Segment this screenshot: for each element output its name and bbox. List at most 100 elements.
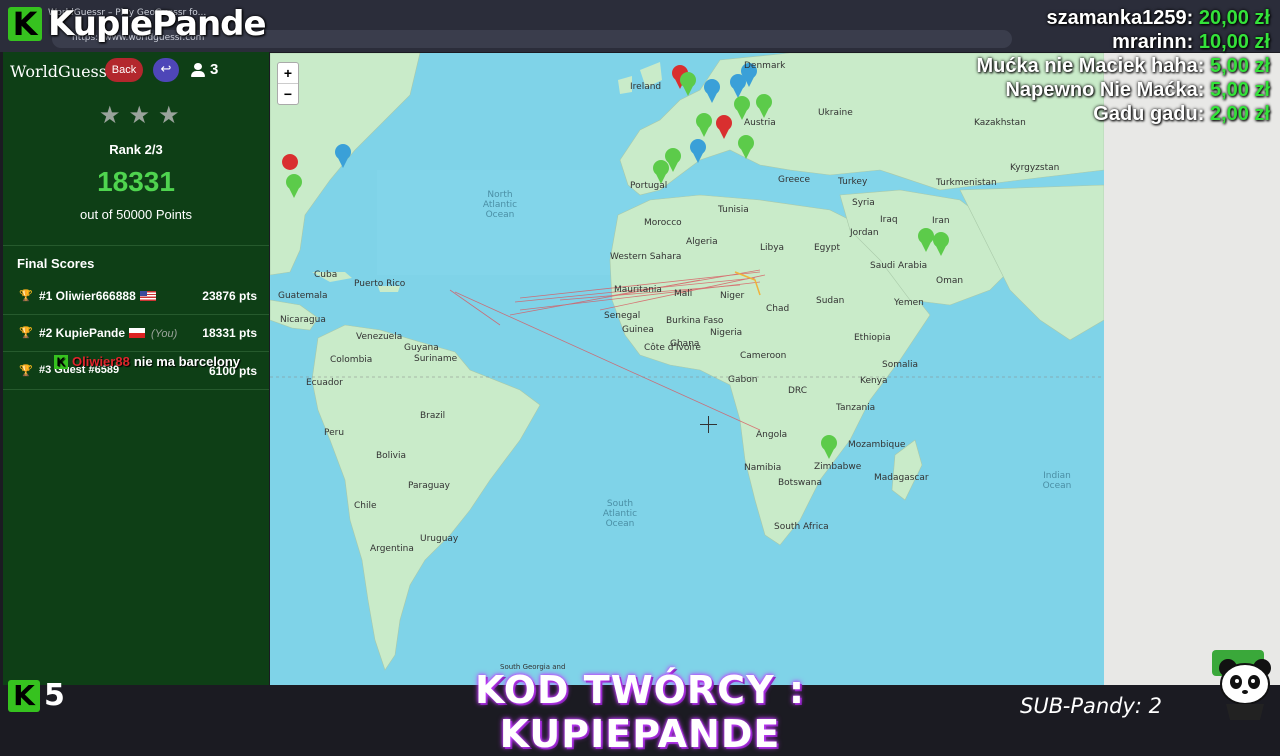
country-label: Senegal — [604, 311, 641, 321]
country-label: Côte d'Ivoire — [644, 343, 701, 353]
country-label: Peru — [324, 428, 345, 438]
donation-row: Napewno Nie Maćka: 5,00 zł — [1005, 79, 1270, 101]
trophy-icon: 🏆 — [19, 365, 33, 377]
player-count-value: 3 — [210, 61, 219, 78]
country-label: Bolivia — [376, 451, 407, 461]
trophy-icon: 🏆 — [19, 327, 33, 339]
country-label: Ethiopia — [854, 333, 891, 343]
country-label: Argentina — [370, 544, 414, 554]
player-count: 3 — [191, 61, 218, 78]
country-label: Turkmenistan — [936, 178, 997, 188]
country-label: Western Sahara — [610, 252, 682, 262]
country-label: Puerto Rico — [354, 279, 406, 289]
country-label: Suriname — [414, 354, 458, 364]
country-label: Brazil — [420, 411, 446, 421]
country-label: Cuba — [314, 270, 338, 280]
bottom-counter: 5 — [44, 678, 65, 713]
country-label: Mali — [674, 289, 693, 299]
country-label: Iran — [932, 216, 950, 226]
country-label: Somalia — [882, 360, 919, 370]
zoom-out-button[interactable]: − — [278, 84, 298, 104]
country-label: Egypt — [814, 243, 840, 253]
ocean-label: North Atlantic Ocean — [482, 190, 518, 220]
score-row: 🏆 #1 Oliwier666888 23876 pts — [3, 278, 269, 315]
map-side-panel — [1104, 53, 1280, 685]
donation-row: Mućka nie Maciek haha: 5,00 zł — [976, 55, 1270, 77]
chat-message: K Oliwier88 nie ma barcelony — [54, 354, 240, 369]
country-label: Cameroon — [740, 351, 787, 361]
country-label: Uruguay — [420, 534, 459, 544]
chat-user: Oliwier88 — [72, 354, 130, 369]
country-label: Guyana — [404, 343, 439, 353]
country-label: Ireland — [630, 82, 662, 92]
country-label: Algeria — [686, 237, 718, 247]
country-label: Austria — [744, 118, 776, 128]
country-label: Madagascar — [874, 473, 929, 483]
country-label: Syria — [852, 198, 875, 208]
zoom-in-button[interactable]: + — [278, 63, 298, 84]
country-label: Guinea — [622, 325, 654, 335]
back-button[interactable]: Back — [105, 58, 143, 82]
country-label: Turkey — [838, 177, 868, 187]
country-label: Colombia — [330, 355, 373, 365]
crosshair-cursor-icon — [700, 416, 717, 433]
country-label: Greece — [778, 175, 811, 185]
player-name: #2 KupiePande (You) — [39, 326, 178, 340]
zoom-controls: + − — [277, 62, 299, 105]
chat-text: nie ma barcelony — [133, 354, 241, 369]
country-label: South Africa — [774, 522, 829, 532]
country-label: Kyrgyzstan — [1010, 163, 1060, 173]
player-points: 23876 pts — [202, 289, 257, 303]
country-label: DRC — [788, 386, 808, 396]
country-label: Ecuador — [306, 378, 343, 388]
country-label: Chad — [766, 304, 790, 314]
kick-logo: K — [8, 679, 40, 712]
country-label: Ukraine — [818, 108, 853, 118]
country-label: Niger — [720, 291, 745, 301]
donation-row: szamanka1259: 20,00 zł — [1046, 7, 1270, 29]
trophy-icon: 🏆 — [19, 290, 33, 302]
country-label: Morocco — [644, 218, 682, 228]
country-label: Saudi Arabia — [870, 261, 928, 271]
app-title: WorldGuessr — [10, 62, 115, 81]
player-name: #1 Oliwier666888 — [39, 289, 156, 303]
divider — [3, 245, 269, 246]
star-icon: ★ — [158, 102, 180, 129]
country-label: Chile — [354, 501, 377, 511]
country-label: Libya — [760, 243, 785, 253]
player-points: 18331 pts — [202, 326, 257, 340]
sub-counter: SUB-Pandy: 2 — [1020, 694, 1163, 718]
country-label: Guatemala — [278, 291, 328, 301]
kick-badge-icon: K — [54, 354, 68, 369]
score-row: 🏆 #2 KupiePande (You) 18331 pts — [3, 315, 269, 352]
pl-flag-icon — [129, 328, 146, 338]
bottom-brand: K 5 — [8, 678, 65, 713]
country-label: Zimbabwe — [814, 462, 862, 472]
country-label: Venezuela — [356, 332, 403, 342]
ocean-label: Indian Ocean — [1042, 471, 1072, 491]
country-label: Kenya — [860, 376, 888, 386]
world-map[interactable]: Ireland Denmark Austria Ukraine Kazakhst… — [270, 53, 1104, 685]
country-label: Nigeria — [710, 328, 743, 338]
panda-mascot-icon — [1219, 659, 1271, 720]
country-label: Gabon — [728, 375, 758, 385]
country-label: Botswana — [778, 478, 822, 488]
country-label: Mauritania — [614, 285, 662, 295]
final-scores-title: Final Scores — [17, 256, 95, 271]
country-label: Mozambique — [848, 440, 906, 450]
country-label: Nicaragua — [280, 315, 326, 325]
country-label: Angola — [756, 430, 788, 440]
star-icon: ★ — [128, 102, 151, 129]
country-label: Namibia — [744, 463, 782, 473]
country-label: Tunisia — [718, 205, 749, 215]
stream-brand: K KupiePande — [8, 4, 267, 44]
total-score: 18331 — [97, 166, 175, 197]
creator-code-banner: KOD TWÓRCY : KUPIEPANDE — [474, 668, 806, 756]
country-label: Paraguay — [408, 481, 451, 491]
star-rating: ★ ★ ★ — [99, 104, 180, 128]
country-label: Tanzania — [836, 403, 876, 413]
country-label: Iraq — [880, 215, 898, 225]
donation-row: mrarinn: 10,00 zł — [1112, 31, 1270, 53]
return-button[interactable]: ↩ — [153, 58, 179, 82]
user-icon — [191, 62, 205, 77]
